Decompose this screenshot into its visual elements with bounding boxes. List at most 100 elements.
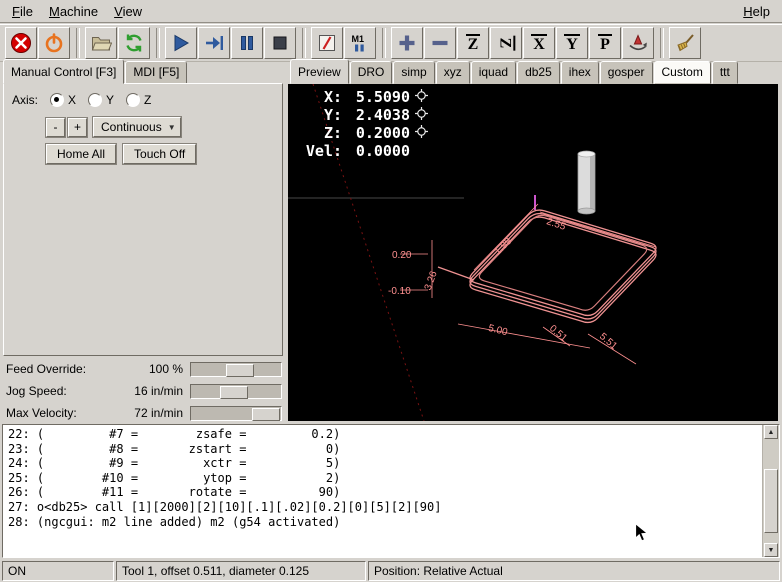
jog-mode-value: Continuous: [101, 120, 162, 134]
slider-trough[interactable]: [190, 384, 282, 399]
gcode-line[interactable]: 24: ( #9 = xctr = 5): [8, 456, 760, 471]
clear-plot-button[interactable]: [669, 27, 701, 59]
gcode-line[interactable]: 25: ( #10 = ytop = 2): [8, 471, 760, 486]
manual-control-panel: Axis: XYZ - + Continuous ▼ Home All Touc…: [3, 83, 283, 356]
rotate-view-button[interactable]: [622, 27, 654, 59]
scroll-down-icon[interactable]: ▼: [764, 543, 778, 557]
machine-power-button[interactable]: [38, 27, 70, 59]
toolbar-separator: [302, 28, 306, 58]
tab-simp[interactable]: simp: [393, 61, 434, 84]
axis-radio-z[interactable]: Z: [114, 93, 151, 107]
slider-handle[interactable]: [226, 364, 254, 377]
tab-gosper[interactable]: gosper: [600, 61, 653, 84]
jog-mode-dropdown[interactable]: Continuous ▼: [93, 117, 181, 137]
menu-help[interactable]: Help: [735, 2, 778, 21]
dro-value: 0.0000: [342, 142, 410, 160]
tab-xyz[interactable]: xyz: [436, 61, 470, 84]
slider-label: Jog Speed:: [3, 384, 67, 398]
view-side-button[interactable]: Y: [556, 27, 588, 59]
radio-icon: [50, 93, 64, 107]
view-rotated-top-button[interactable]: Z: [490, 27, 522, 59]
gcode-scrollbar[interactable]: ▲ ▼: [762, 425, 779, 557]
scrollbar-thumb[interactable]: [764, 469, 778, 533]
view-front-button[interactable]: X: [523, 27, 555, 59]
slider-label: Max Velocity:: [3, 406, 77, 420]
tab-ihex[interactable]: ihex: [561, 61, 599, 84]
tab-iquad[interactable]: iquad: [471, 61, 516, 84]
gcode-line[interactable]: 27: o<db25> call [1][2000][2][10][.1][.0…: [8, 500, 760, 515]
dro-axis-label: X:: [296, 88, 342, 106]
dro-axis-label: Z:: [296, 124, 342, 142]
slider-handle[interactable]: [252, 408, 280, 421]
menu-machine[interactable]: Machine: [41, 2, 106, 21]
toggle-optional-pause-button[interactable]: M1: [344, 27, 376, 59]
menu-view[interactable]: View: [106, 2, 150, 21]
slider-handle[interactable]: [220, 386, 248, 399]
statusbar-cell-0: ON: [2, 561, 114, 581]
tab-dro[interactable]: DRO: [350, 61, 393, 84]
gcode-line[interactable]: 26: ( #11 = rotate = 90): [8, 485, 760, 500]
menu-items: FileMachineView: [4, 2, 150, 21]
dimension-label: 0.20: [392, 251, 411, 261]
gcode-line[interactable]: 23: ( #8 = zstart = 0): [8, 442, 760, 457]
estop-button[interactable]: [5, 27, 37, 59]
run-icon: [170, 32, 192, 54]
pause-program-button[interactable]: [231, 27, 263, 59]
tab-manual-control-f3[interactable]: Manual Control [F3]: [3, 59, 124, 84]
override-sliders: Feed Override:100 %Jog Speed:16 in/minMa…: [3, 358, 283, 424]
linuxcnc-axis-window: { "menubar": { "items": [ {"label": "Fil…: [0, 0, 782, 582]
view-top-button[interactable]: Z: [457, 27, 489, 59]
tab-mdi-f5[interactable]: MDI [F5]: [125, 61, 187, 84]
chevron-down-icon: ▼: [168, 123, 176, 132]
reload-file-button[interactable]: [118, 27, 150, 59]
power-icon: [43, 32, 65, 54]
preview-canvas[interactable]: 2.551.990.20-0.103.265.000.515.51 X:5.50…: [288, 84, 778, 421]
letter-icon: X: [531, 34, 547, 52]
run-program-button[interactable]: [165, 27, 197, 59]
home-all-button[interactable]: Home All: [46, 144, 116, 164]
tab-preview[interactable]: Preview: [290, 59, 349, 84]
zoom-out-button[interactable]: [424, 27, 456, 59]
dro-value: 2.4038: [342, 106, 410, 124]
axis-radio-x[interactable]: X: [38, 93, 76, 107]
jog-plus-button[interactable]: +: [68, 118, 87, 137]
dro-row: X:5.5090: [296, 88, 428, 106]
toolbar-separator: [76, 28, 80, 58]
statusbar-cell-2: Position: Relative Actual: [368, 561, 780, 581]
axis-radio-label: X: [68, 93, 76, 107]
m1-icon: M1: [349, 32, 371, 54]
slider-trough[interactable]: [190, 362, 282, 377]
home-row: Home All Touch Off: [46, 144, 203, 164]
slider-trough[interactable]: [190, 406, 282, 421]
jog-row: - + Continuous ▼: [46, 117, 181, 137]
tab-custom[interactable]: Custom: [654, 61, 711, 84]
manual-tabs: Manual Control [F3]MDI [F5]: [3, 62, 188, 84]
view-perspective-button[interactable]: P: [589, 27, 621, 59]
dro-readout: X:5.5090Y:2.4038Z:0.2000Vel:0.0000: [296, 88, 428, 160]
gcode-line[interactable]: 22: ( #7 = zsafe = 0.2): [8, 427, 760, 442]
homed-icon: [415, 124, 428, 142]
axis-radio-y[interactable]: Y: [76, 93, 114, 107]
rotate-icon: [627, 32, 649, 54]
gcode-listing[interactable]: 22: ( #7 = zsafe = 0.2)23: ( #8 = zstart…: [2, 424, 780, 558]
letter-icon: Y: [564, 34, 580, 52]
stop-program-button[interactable]: [264, 27, 296, 59]
tab-db25[interactable]: db25: [517, 61, 560, 84]
homed-icon: [415, 88, 428, 106]
menu-file[interactable]: File: [4, 2, 41, 21]
statusbar-cell-1: Tool 1, offset 0.511, diameter 0.125: [116, 561, 366, 581]
slider-row: Max Velocity:72 in/min: [3, 402, 283, 424]
toolbar: M1ZZXYP: [0, 24, 782, 62]
scroll-up-icon[interactable]: ▲: [764, 425, 778, 439]
jog-minus-button[interactable]: -: [46, 118, 65, 137]
touch-off-button[interactable]: Touch Off: [123, 144, 196, 164]
zoom-in-button[interactable]: [391, 27, 423, 59]
stop-icon: [269, 32, 291, 54]
toggle-skip-lines-button[interactable]: [311, 27, 343, 59]
tab-ttt[interactable]: ttt: [712, 61, 738, 84]
zoom-in-icon: [396, 32, 418, 54]
open-file-button[interactable]: [85, 27, 117, 59]
step-line-button[interactable]: [198, 27, 230, 59]
step-icon: [203, 32, 225, 54]
mouse-cursor: [634, 522, 649, 543]
